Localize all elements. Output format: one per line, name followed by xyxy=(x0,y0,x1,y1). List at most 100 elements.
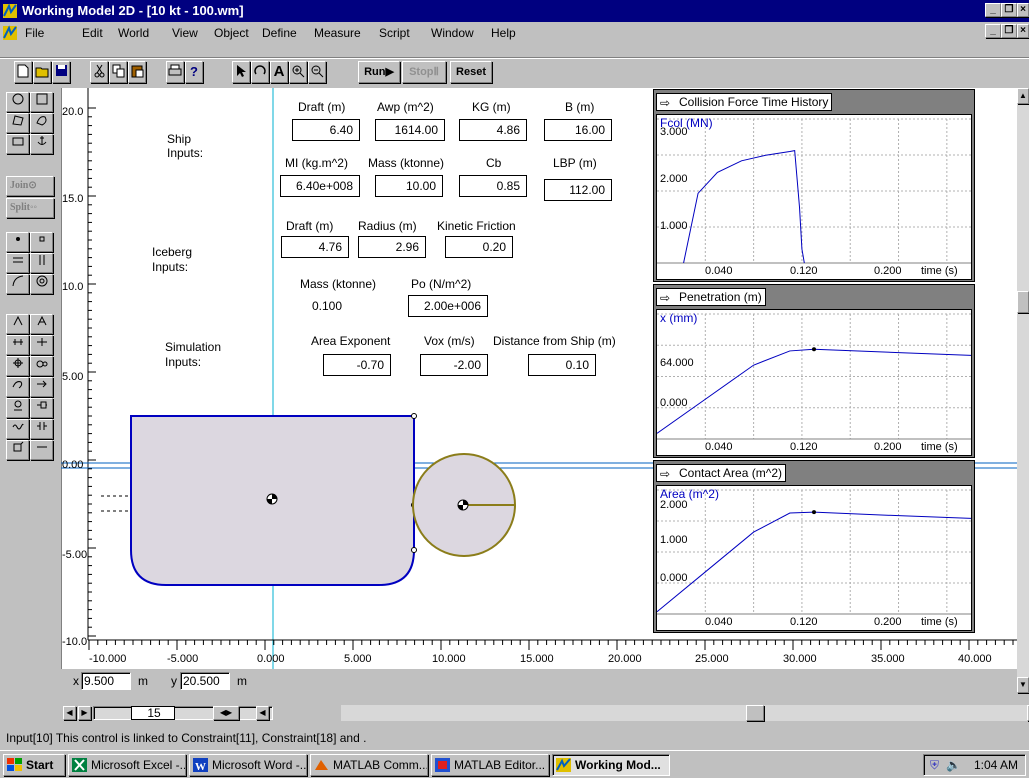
close-button[interactable]: × xyxy=(1017,3,1029,17)
scroll-left-icon[interactable]: ◀ xyxy=(256,706,269,720)
document-icon[interactable] xyxy=(2,25,18,41)
graph-plot[interactable]: x (mm) 64.000 0.000 0.040 0.120 0.200 ti… xyxy=(656,309,972,456)
cut-icon[interactable] xyxy=(90,61,108,83)
ship-awp-field[interactable]: 1614.00 xyxy=(375,119,445,141)
doc-close-button[interactable]: × xyxy=(1017,24,1029,38)
zoom-out-icon[interactable] xyxy=(308,61,326,83)
title-bar[interactable]: Working Model 2D - [10 kt - 100.wm] _ ❐ … xyxy=(0,0,1029,22)
motor-icon[interactable] xyxy=(6,440,29,460)
graph-header[interactable]: ⇨ Penetration (m) xyxy=(656,288,766,306)
area-exponent-field[interactable]: -0.70 xyxy=(323,354,391,376)
graph-header[interactable]: ⇨ Collision Force Time History xyxy=(656,93,833,111)
graph-plot[interactable]: Fcol (MN) 3.000 2.000 1.000 0.040 0.120 … xyxy=(656,114,972,280)
force-icon[interactable] xyxy=(30,440,53,460)
rope-icon[interactable] xyxy=(6,419,29,439)
task-matlab-command[interactable]: MATLAB Comm... xyxy=(310,754,428,776)
circle-tool-icon[interactable] xyxy=(6,92,29,112)
rectangle-tool-icon[interactable] xyxy=(30,92,53,112)
y-coord-field[interactable]: 20.500 xyxy=(180,672,230,690)
circle-slot-icon[interactable] xyxy=(30,274,53,294)
frame-slider[interactable] xyxy=(93,706,273,720)
ship-lbp-field[interactable]: 112.00 xyxy=(544,179,612,201)
minimize-button[interactable]: _ xyxy=(985,3,1001,17)
arrow-right-icon[interactable]: ⇨ xyxy=(660,95,670,111)
point-tool-icon[interactable] xyxy=(6,232,29,252)
frame-number-field[interactable]: 15 xyxy=(131,706,175,720)
clock[interactable]: 1:04 AM xyxy=(974,755,1018,775)
ship-beam-field[interactable]: 16.00 xyxy=(544,119,612,141)
rod-icon[interactable] xyxy=(30,377,53,397)
task-word[interactable]: W Microsoft Word -... xyxy=(189,754,307,776)
new-file-icon[interactable] xyxy=(14,61,32,83)
arrow-right-icon[interactable]: ⇨ xyxy=(660,466,670,482)
ship-mass-field[interactable]: 10.00 xyxy=(375,175,443,197)
iceberg-po-field[interactable]: 2.00e+006 xyxy=(408,295,488,317)
menu-define[interactable]: Define xyxy=(262,26,297,40)
ship-mi-field[interactable]: 6.40e+008 xyxy=(280,175,360,197)
horizontal-slot-icon[interactable] xyxy=(6,253,29,273)
save-icon[interactable] xyxy=(52,61,70,83)
join-button[interactable]: Join⊙ xyxy=(6,176,54,196)
task-matlab-editor[interactable]: MATLAB Editor... xyxy=(431,754,549,776)
zoom-in-icon[interactable] xyxy=(289,61,307,83)
workspace-canvas[interactable]: 20.0 15.0 10.0 5.00 0.00 -5.00 -10.0 -10… xyxy=(61,88,1017,669)
frame-back-icon[interactable]: ◀ xyxy=(63,706,76,720)
iceberg-radius-field[interactable]: 2.96 xyxy=(358,236,426,258)
copy-icon[interactable] xyxy=(109,61,127,83)
separator-icon[interactable] xyxy=(30,419,53,439)
doc-restore-button[interactable]: ❐ xyxy=(1001,24,1017,38)
arrow-right-icon[interactable]: ⇨ xyxy=(660,290,670,306)
menu-file[interactable]: File xyxy=(25,26,44,40)
graph-header[interactable]: ⇨ Contact Area (m^2) xyxy=(656,464,787,482)
doc-minimize-button[interactable]: _ xyxy=(985,24,1001,38)
open-folder-icon[interactable] xyxy=(33,61,51,83)
square-tool-icon[interactable] xyxy=(6,134,29,154)
polygon-tool-icon[interactable] xyxy=(6,113,29,133)
shield-icon[interactable]: ⛨ xyxy=(930,755,939,775)
vertical-scrollbar[interactable]: ▲ ▼ xyxy=(1017,88,1029,693)
menu-edit[interactable]: Edit xyxy=(82,26,103,40)
ship-cb-field[interactable]: 0.85 xyxy=(459,175,527,197)
x-coord-field[interactable]: 9.500 xyxy=(81,672,131,690)
scroll-down-icon[interactable]: ▼ xyxy=(1017,677,1029,693)
actuator-icon[interactable] xyxy=(6,377,29,397)
keyed-slot-icon[interactable] xyxy=(6,335,29,355)
print-icon[interactable] xyxy=(166,61,184,83)
split-button[interactable]: Split◦◦ xyxy=(6,198,54,218)
distance-field[interactable]: 0.10 xyxy=(528,354,596,376)
task-working-model[interactable]: Working Mod... xyxy=(552,754,670,776)
damper-icon[interactable] xyxy=(30,398,53,418)
anchor-tool-icon[interactable] xyxy=(30,134,53,154)
menu-object[interactable]: Object xyxy=(214,26,249,40)
scroll-thumb[interactable] xyxy=(1017,291,1029,313)
maximize-button[interactable]: ❐ xyxy=(1001,3,1017,17)
paste-icon[interactable] xyxy=(128,61,146,83)
collision-force-graph[interactable]: ⇨ Collision Force Time History Fcol (MN)… xyxy=(653,89,975,282)
graph-plot[interactable]: Area (m^2) 2.000 1.000 0.000 0.040 0.120… xyxy=(656,485,972,631)
square-point-tool-icon[interactable] xyxy=(30,232,53,252)
rotate-icon[interactable] xyxy=(251,61,269,83)
menu-window[interactable]: Window xyxy=(431,26,474,40)
vertical-slot-icon[interactable] xyxy=(30,253,53,273)
step-tape-icon[interactable]: ◀▶ xyxy=(213,706,239,720)
curved-slot-icon[interactable] xyxy=(6,274,29,294)
scroll-up-icon[interactable]: ▲ xyxy=(1017,88,1029,104)
curved-slot-joint-icon[interactable] xyxy=(30,335,53,355)
iceberg-friction-field[interactable]: 0.20 xyxy=(445,236,513,258)
ship-draft-field[interactable]: 6.40 xyxy=(292,119,360,141)
help-cursor-icon[interactable]: ? xyxy=(185,61,203,83)
run-button[interactable]: Run▶ xyxy=(358,61,400,83)
penetration-graph[interactable]: ⇨ Penetration (m) x (mm) 64.000 0.000 0.… xyxy=(653,284,975,458)
menu-script[interactable]: Script xyxy=(379,26,410,40)
hscroll-thumb[interactable] xyxy=(746,705,764,721)
menu-world[interactable]: World xyxy=(118,26,149,40)
contact-area-graph[interactable]: ⇨ Contact Area (m^2) Area (m^2) 2.000 1.… xyxy=(653,460,975,633)
rigid-joint-icon[interactable] xyxy=(30,314,53,334)
horizontal-scrollbar[interactable]: ▶ xyxy=(341,705,1029,721)
text-tool-icon[interactable]: A xyxy=(270,61,288,83)
reset-button[interactable]: Reset xyxy=(450,61,492,83)
arrow-select-icon[interactable] xyxy=(232,61,250,83)
app-icon[interactable] xyxy=(2,3,18,19)
stop-button[interactable]: StopⅡ xyxy=(402,61,446,83)
spring-icon[interactable] xyxy=(6,398,29,418)
